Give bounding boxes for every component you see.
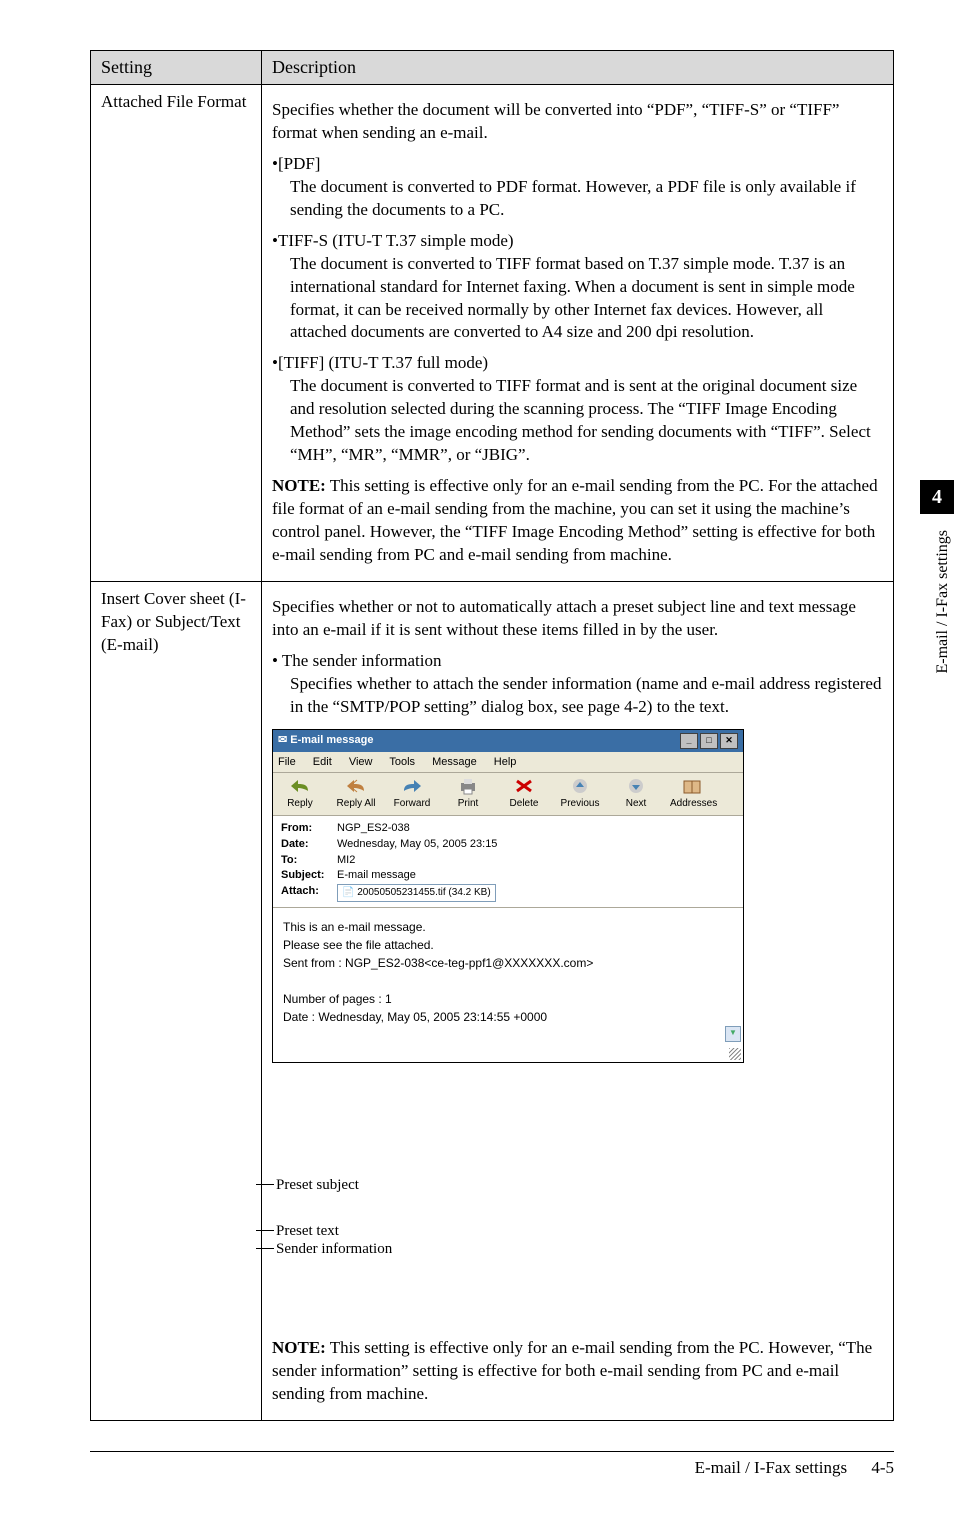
chapter-side-label: E-mail / I-Fax settings [934, 530, 952, 674]
reply-icon [288, 777, 312, 795]
note-label: NOTE: [272, 476, 326, 495]
footer-title: E-mail / I-Fax settings [695, 1458, 848, 1477]
toolbar: Reply Reply All Forward [273, 773, 743, 816]
window-title: E-mail message [290, 734, 373, 746]
toolbar-label: Delete [510, 798, 539, 809]
hdr-from-label: From: [281, 821, 337, 836]
note-label: NOTE: [272, 1338, 326, 1357]
desc-intro: Specifies whether or not to automaticall… [272, 596, 883, 642]
replyall-icon [344, 777, 368, 795]
table-row: Attached File Format Specifies whether t… [91, 85, 894, 582]
menu-message[interactable]: Message [432, 756, 477, 768]
toolbar-label: Reply All [337, 798, 376, 809]
th-description: Description [262, 51, 894, 85]
reply-button[interactable]: Reply [278, 777, 322, 811]
forward-button[interactable]: Forward [390, 777, 434, 811]
email-figure: ✉ E-mail message _ □ ✕ File [272, 729, 883, 1323]
email-headers: From:NGP_ES2-038 Date:Wednesday, May 05,… [273, 816, 743, 908]
next-button[interactable]: Next [614, 777, 658, 811]
up-arrow-icon [568, 777, 592, 795]
window-titlebar: ✉ E-mail message _ □ ✕ [273, 730, 743, 752]
addresses-button[interactable]: Addresses [670, 777, 714, 811]
toolbar-label: Print [458, 798, 479, 809]
scroll-down-icon[interactable]: ▼ [725, 1026, 741, 1042]
body-line: Sent from : NGP_ES2-038<ce-teg-ppf1@XXXX… [283, 954, 733, 972]
bullet-body-pdf: The document is converted to PDF format.… [290, 176, 883, 222]
bullet-body-sender: Specifies whether to attach the sender i… [290, 673, 883, 719]
minimize-icon[interactable]: _ [680, 733, 698, 749]
callout-sender-info: Sender information [276, 1239, 392, 1259]
toolbar-label: Next [626, 798, 647, 809]
setting-desc: Specifies whether or not to automaticall… [262, 581, 894, 1420]
hdr-date-label: Date: [281, 837, 337, 852]
setting-name: Insert Cover sheet (I-Fax) or Subject/Te… [91, 581, 262, 1420]
toolbar-label: Reply [287, 798, 313, 809]
bullet-head-sender: • The sender information [272, 650, 883, 673]
menu-help[interactable]: Help [494, 756, 517, 768]
email-body: This is an e-mail message. Please see th… [273, 908, 743, 1062]
hdr-to-value: MI2 [337, 853, 735, 868]
down-arrow-icon [624, 777, 648, 795]
setting-name: Attached File Format [91, 85, 262, 582]
bullet-body-tiffs: The document is converted to TIFF format… [290, 253, 883, 345]
hdr-attach-label: Attach: [281, 884, 337, 902]
body-line: Please see the file attached. [283, 936, 733, 954]
chapter-tab: 4 [920, 480, 954, 514]
delete-icon [512, 777, 536, 795]
bullet-head-tiffs: •TIFF-S (ITU-T T.37 simple mode) [272, 230, 883, 253]
bullet-head-tiff: •[TIFF] (ITU-T T.37 full mode) [272, 352, 883, 375]
menubar: File Edit View Tools Message Help [273, 752, 743, 774]
footer-page: 4-5 [871, 1458, 894, 1477]
delete-button[interactable]: Delete [502, 777, 546, 811]
close-icon[interactable]: ✕ [720, 733, 738, 749]
settings-table: Setting Description Attached File Format… [90, 50, 894, 1421]
hdr-from-value: NGP_ES2-038 [337, 821, 735, 836]
note-block: NOTE: This setting is effective only for… [272, 475, 883, 567]
addresses-icon [680, 777, 704, 795]
callout-preset-subject: Preset subject [276, 1175, 359, 1195]
note-block: NOTE: This setting is effective only for… [272, 1337, 883, 1406]
mail-icon: ✉ [278, 734, 287, 746]
toolbar-label: Previous [561, 798, 600, 809]
body-line: Number of pages : 1 [283, 990, 733, 1008]
th-setting: Setting [91, 51, 262, 85]
print-icon [456, 777, 480, 795]
file-icon: 📄 [342, 887, 354, 898]
callouts: Preset subject Preset text Sender inform… [276, 1063, 436, 1323]
hdr-to-label: To: [281, 853, 337, 868]
toolbar-label: Forward [394, 798, 431, 809]
resize-grip-icon[interactable] [729, 1048, 741, 1060]
previous-button[interactable]: Previous [558, 777, 602, 811]
menu-edit[interactable]: Edit [313, 756, 332, 768]
print-button[interactable]: Print [446, 777, 490, 811]
toolbar-label: Addresses [670, 798, 717, 809]
hdr-subject-value: E-mail message [337, 868, 735, 883]
table-row: Insert Cover sheet (I-Fax) or Subject/Te… [91, 581, 894, 1420]
attachment-chip[interactable]: 📄 20050505231455.tif (34.2 KB) [337, 884, 496, 902]
page-footer: E-mail / I-Fax settings 4-5 [90, 1451, 894, 1478]
body-line: Date : Wednesday, May 05, 2005 23:14:55 … [283, 1008, 733, 1026]
email-window: ✉ E-mail message _ □ ✕ File [272, 729, 744, 1063]
menu-file[interactable]: File [278, 756, 296, 768]
bullet-body-tiff: The document is converted to TIFF format… [290, 375, 883, 467]
body-line: This is an e-mail message. [283, 918, 733, 936]
menu-tools[interactable]: Tools [389, 756, 415, 768]
bullet-head-pdf: •[PDF] [272, 153, 883, 176]
note-body-inline: This setting is effective only for an e-… [272, 1338, 872, 1403]
desc-intro: Specifies whether the document will be c… [272, 99, 883, 145]
forward-icon [400, 777, 424, 795]
hdr-subject-label: Subject: [281, 868, 337, 883]
maximize-icon[interactable]: □ [700, 733, 718, 749]
menu-view[interactable]: View [349, 756, 373, 768]
note-body-inline: This setting is effective only for an e-… [272, 476, 878, 564]
attachment-name: 20050505231455.tif (34.2 KB) [357, 887, 490, 898]
hdr-date-value: Wednesday, May 05, 2005 23:15 [337, 837, 735, 852]
setting-desc: Specifies whether the document will be c… [262, 85, 894, 582]
replyall-button[interactable]: Reply All [334, 777, 378, 811]
